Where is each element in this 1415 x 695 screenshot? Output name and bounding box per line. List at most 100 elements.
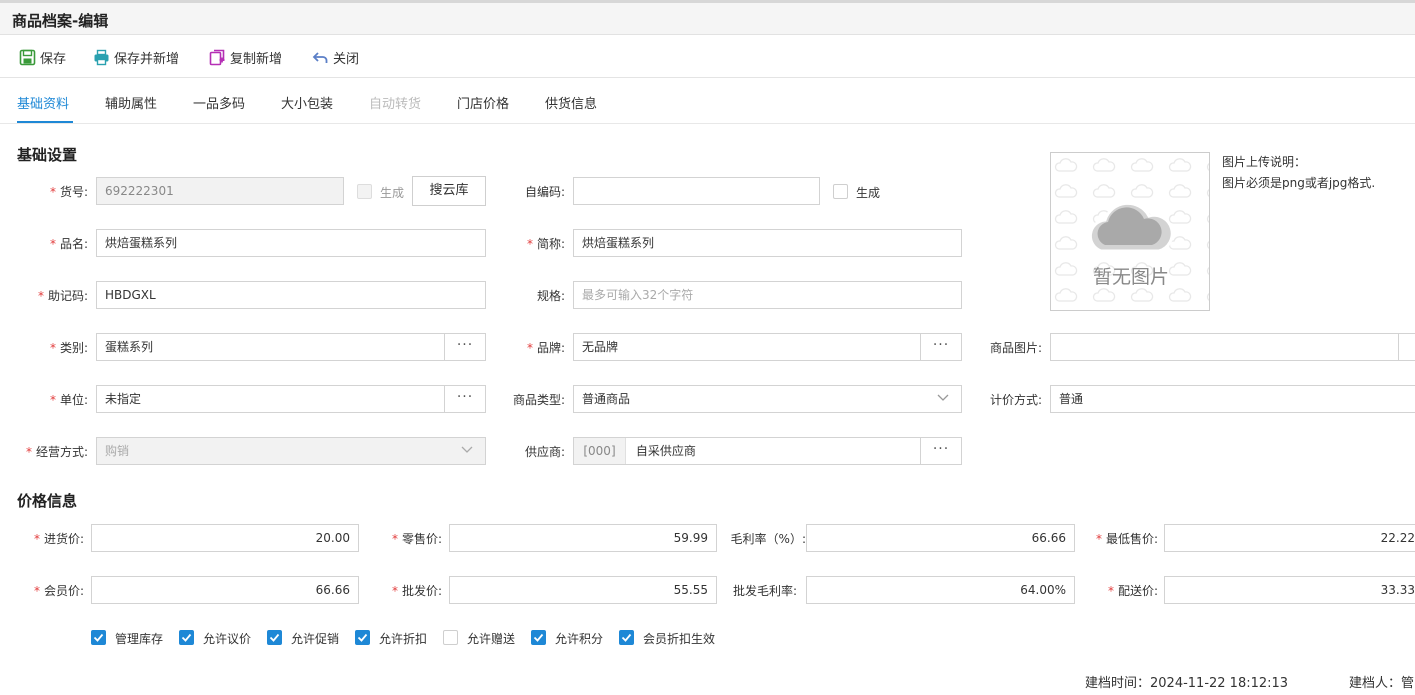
- brand-input[interactable]: 无品牌 ···: [573, 333, 962, 361]
- save-icon: [19, 49, 36, 65]
- wholesale-margin-label: 批发毛利率:: [732, 584, 797, 598]
- pricing-method-select[interactable]: 普通: [1050, 385, 1415, 413]
- copy-icon: [209, 49, 225, 65]
- supplier-label: 供应商:: [524, 445, 565, 459]
- tab-aux-attributes[interactable]: 辅助属性: [105, 93, 157, 112]
- tab-multi-barcode[interactable]: 一品多码: [193, 93, 245, 112]
- option-label: 管理库存: [115, 632, 164, 646]
- tab-bar: 基础资料 辅助属性 一品多码 大小包装 自动转货 门店价格 供货信息: [0, 79, 1415, 124]
- unit-input[interactable]: 未指定 ···: [96, 385, 486, 413]
- image-upload-button[interactable]: [1398, 334, 1415, 360]
- section-basic-settings: 基础设置: [17, 146, 78, 164]
- check-icon: [621, 633, 632, 642]
- copy-new-button[interactable]: 复制新增: [209, 47, 282, 67]
- retail-price-label: * 零售价:: [391, 532, 442, 546]
- brand-picker-button[interactable]: ···: [920, 334, 961, 360]
- option-checkbox[interactable]: [91, 630, 106, 645]
- category-input[interactable]: 蛋糕系列 ···: [96, 333, 486, 361]
- short-name-label: * 简称:: [526, 237, 565, 251]
- delivery-price-input[interactable]: 33.33: [1164, 576, 1415, 604]
- name-label: * 品名:: [49, 237, 88, 251]
- min-price-input[interactable]: 22.22: [1164, 524, 1415, 552]
- tab-store-price[interactable]: 门店价格: [457, 93, 509, 112]
- delivery-price-label: * 配送价:: [1107, 584, 1158, 598]
- tab-basic-info[interactable]: 基础资料: [17, 93, 69, 112]
- close-button[interactable]: 关闭: [312, 47, 359, 67]
- wholesale-margin-input[interactable]: 64.00%: [806, 576, 1075, 604]
- option-label: 允许议价: [203, 632, 252, 646]
- save-button[interactable]: 保存: [19, 47, 66, 67]
- spec-input[interactable]: 最多可输入32个字符: [573, 281, 962, 309]
- option-label: 会员折扣生效: [643, 632, 716, 646]
- pricing-method-label: 计价方式:: [989, 393, 1042, 407]
- member-price-label: * 会员价:: [33, 584, 84, 598]
- option-label: 允许折扣: [379, 632, 428, 646]
- selfcode-input[interactable]: [573, 177, 820, 205]
- short-name-input[interactable]: 烘焙蛋糕系列: [573, 229, 962, 257]
- page-title: 商品档案-编辑: [12, 12, 109, 30]
- code-generate-checkbox[interactable]: [357, 184, 372, 199]
- option-checkbox[interactable]: [267, 630, 282, 645]
- retail-price-input[interactable]: 59.99: [449, 524, 717, 552]
- created-time: 建档时间：2024-11-22 18:12:13: [1085, 676, 1289, 691]
- wholesale-price-input[interactable]: 55.55: [449, 576, 717, 604]
- business-mode-label: * 经营方式:: [25, 445, 88, 459]
- product-image-preview: 暂无图片: [1050, 152, 1210, 311]
- copy-new-label: 复制新增: [230, 51, 283, 67]
- search-cloud-button[interactable]: 搜云库: [412, 176, 486, 206]
- mnemonic-label: * 助记码:: [37, 289, 88, 303]
- chevron-down-icon: [937, 394, 949, 401]
- check-icon: [93, 633, 104, 642]
- supplier-code: [000]: [574, 438, 626, 464]
- option-checkbox[interactable]: [179, 630, 194, 645]
- tab-packaging[interactable]: 大小包装: [281, 93, 333, 112]
- close-label: 关闭: [333, 51, 360, 67]
- name-input[interactable]: 烘焙蛋糕系列: [96, 229, 486, 257]
- mnemonic-input[interactable]: HBDGXL: [96, 281, 486, 309]
- supplier-value: 自采供应商: [635, 444, 696, 458]
- product-type-select[interactable]: 普通商品: [573, 385, 962, 413]
- option-label: 允许促销: [291, 632, 340, 646]
- upload-note-desc: 图片必须是png或者jpg格式.: [1222, 176, 1376, 190]
- brand-value: 无品牌: [582, 340, 619, 354]
- supplier-picker-button[interactable]: ···: [920, 438, 961, 464]
- business-mode-select[interactable]: 购销: [96, 437, 486, 465]
- gross-margin-input[interactable]: 66.66: [806, 524, 1075, 552]
- purchase-price-input[interactable]: 20.00: [91, 524, 359, 552]
- active-tab-indicator: [17, 121, 73, 123]
- product-type-value: 普通商品: [582, 392, 631, 406]
- check-icon: [533, 633, 544, 642]
- min-price-label: * 最低售价:: [1095, 532, 1158, 546]
- option-checkbox[interactable]: [443, 630, 458, 645]
- save-and-new-button[interactable]: 保存并新增: [93, 47, 179, 67]
- code-input[interactable]: 692222301: [96, 177, 344, 205]
- tab-auto-transfer: 自动转货: [369, 97, 422, 112]
- save-label: 保存: [40, 51, 67, 67]
- tab-supply-info[interactable]: 供货信息: [545, 93, 597, 112]
- product-type-label: 商品类型:: [512, 393, 565, 407]
- option-checkbox[interactable]: [355, 630, 370, 645]
- option-label: 允许赠送: [467, 632, 516, 646]
- title-bar: 商品档案-编辑: [0, 3, 1415, 35]
- option-checkbox[interactable]: [531, 630, 546, 645]
- toolbar: 保存 保存并新增 复制新增 关闭: [0, 36, 1415, 78]
- category-value: 蛋糕系列: [105, 340, 154, 354]
- category-picker-button[interactable]: ···: [444, 334, 485, 360]
- printer-icon: [94, 49, 109, 65]
- code-generate-label: 生成: [380, 186, 405, 200]
- wholesale-price-label: * 批发价:: [391, 584, 442, 598]
- selfcode-generate-checkbox[interactable]: [833, 184, 848, 199]
- member-price-input[interactable]: 66.66: [91, 576, 359, 604]
- image-path-input[interactable]: [1050, 333, 1415, 361]
- option-label: 允许积分: [555, 632, 604, 646]
- unit-picker-button[interactable]: ···: [444, 386, 485, 412]
- code-label: * 货号:: [49, 185, 88, 199]
- supplier-input[interactable]: [000] 自采供应商 ···: [573, 437, 962, 465]
- unit-label: * 单位:: [49, 393, 88, 407]
- undo-icon: [312, 51, 328, 63]
- option-checkbox[interactable]: [619, 630, 634, 645]
- check-icon: [269, 633, 280, 642]
- save-and-new-label: 保存并新增: [114, 51, 180, 67]
- upload-note-title: 图片上传说明：: [1222, 155, 1307, 169]
- selfcode-label: 自编码:: [524, 185, 565, 199]
